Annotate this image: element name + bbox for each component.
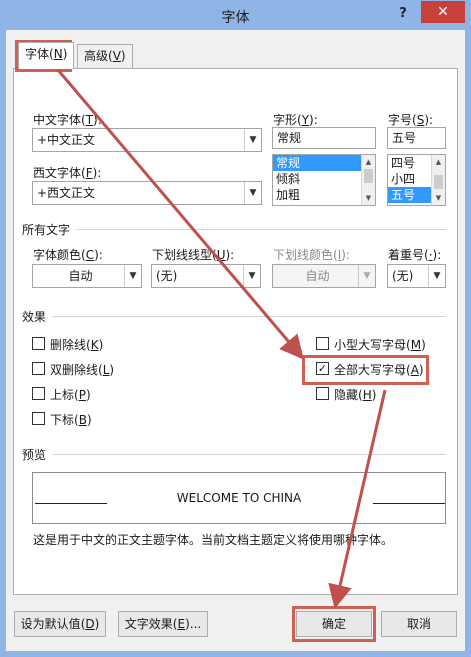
small-caps-label[interactable]: 小型大写字母(M) — [334, 336, 426, 353]
list-item[interactable]: 倾斜 — [273, 171, 375, 187]
underline-style-label: 下划线线型(U): — [152, 248, 235, 262]
scroll-thumb[interactable] — [434, 175, 443, 189]
underline-color-combo: 自动 ▼ — [272, 264, 376, 288]
effects-section-title: 效果 — [22, 310, 47, 324]
chevron-down-icon[interactable]: ▼ — [243, 265, 260, 287]
scroll-thumb[interactable] — [364, 169, 373, 183]
chevron-down-icon: ▼ — [358, 265, 375, 287]
preview-section-title: 预览 — [22, 448, 47, 462]
cancel-button[interactable]: 取消 — [381, 611, 457, 637]
hidden-label[interactable]: 隐藏(H) — [334, 386, 376, 403]
small-caps-checkbox[interactable] — [316, 337, 329, 350]
section-divider — [76, 229, 446, 230]
underline-style-combo[interactable]: (无) ▼ — [151, 264, 261, 288]
style-label: 字形(Y): — [273, 113, 318, 127]
chevron-down-icon[interactable]: ▼ — [244, 182, 261, 204]
tab-advanced[interactable]: 高级(V) — [77, 44, 133, 68]
western-font-label: 西文字体(F): — [33, 166, 102, 180]
section-divider — [52, 454, 446, 455]
scrollbar[interactable]: ▲ ▼ — [431, 155, 445, 205]
double-strikethrough-checkbox[interactable] — [32, 362, 45, 375]
section-divider — [52, 316, 446, 317]
chevron-down-icon[interactable]: ▼ — [428, 265, 445, 287]
highlight-box-all-caps — [302, 355, 429, 385]
arrow-up-icon[interactable]: ▲ — [362, 156, 375, 168]
chinese-font-value: +中文正文 — [37, 133, 96, 147]
chevron-down-icon[interactable]: ▼ — [244, 129, 261, 151]
arrow-up-icon[interactable]: ▲ — [432, 156, 445, 168]
size-listbox[interactable]: 四号 小四 五号 ▲ ▼ — [387, 154, 446, 206]
tab-advanced-key: V — [112, 49, 121, 63]
chinese-font-combo[interactable]: +中文正文 ▼ — [32, 128, 262, 152]
scrollbar[interactable]: ▲ ▼ — [361, 155, 375, 205]
size-label: 字号(S): — [388, 113, 434, 127]
tab-advanced-label: 高级 — [84, 49, 109, 63]
subscript-checkbox[interactable] — [32, 412, 45, 425]
all-text-section-title: 所有文字 — [22, 223, 71, 237]
superscript-label[interactable]: 上标(P) — [50, 386, 91, 403]
subscript-label[interactable]: 下标(B) — [50, 411, 92, 428]
close-button[interactable]: ✕ — [421, 1, 465, 23]
emphasis-mark-label: 着重号(·): — [388, 248, 442, 262]
preview-box: WELCOME TO CHINA — [32, 472, 446, 524]
emphasis-mark-combo[interactable]: (无) ▼ — [387, 264, 446, 288]
tab-font-label: 字体 — [25, 47, 50, 61]
help-icon[interactable]: ? — [392, 3, 414, 25]
arrow-down-icon[interactable]: ▼ — [432, 192, 445, 204]
arrow-down-icon[interactable]: ▼ — [362, 192, 375, 204]
strikethrough-checkbox[interactable] — [32, 337, 45, 350]
font-color-combo[interactable]: 自动 ▼ — [32, 264, 142, 288]
underline-color-label: 下划线颜色(I): — [273, 248, 350, 262]
font-color-value: 自动 — [68, 269, 93, 283]
western-font-combo[interactable]: +西文正文 ▼ — [32, 181, 262, 205]
double-strikethrough-label[interactable]: 双删除线(L) — [50, 361, 114, 378]
list-item[interactable]: 加粗 — [273, 187, 375, 203]
chinese-font-label: 中文字体(T): — [33, 113, 102, 127]
text-effects-button[interactable]: 文字效果(E)... — [118, 611, 208, 637]
underline-style-value: (无) — [156, 269, 178, 283]
list-item[interactable]: 常规 — [273, 155, 375, 171]
tab-font[interactable]: 字体(N) — [18, 42, 75, 69]
tab-font-key: N — [53, 47, 63, 61]
highlight-box-ok-button — [292, 606, 376, 642]
emphasis-mark-value: (无) — [392, 269, 414, 283]
style-listbox[interactable]: 常规 倾斜 加粗 ▲ ▼ — [272, 154, 376, 206]
set-default-button[interactable]: 设为默认值(D) — [14, 611, 106, 637]
size-input[interactable]: 五号 — [387, 127, 446, 149]
style-input[interactable]: 常规 — [272, 127, 376, 149]
title-bar: 字体 ? ✕ — [0, 0, 471, 30]
font-color-label: 字体颜色(C): — [33, 248, 103, 262]
underline-color-value: 自动 — [305, 269, 330, 283]
superscript-checkbox[interactable] — [32, 387, 45, 400]
hidden-checkbox[interactable] — [316, 387, 329, 400]
western-font-value: +西文正文 — [37, 186, 96, 200]
chevron-down-icon[interactable]: ▼ — [124, 265, 141, 287]
strikethrough-label[interactable]: 删除线(K) — [50, 336, 103, 353]
preview-note: 这是用于中文的正文主题字体。当前文档主题定义将使用哪种字体。 — [33, 533, 394, 547]
preview-baseline-right — [373, 503, 445, 504]
